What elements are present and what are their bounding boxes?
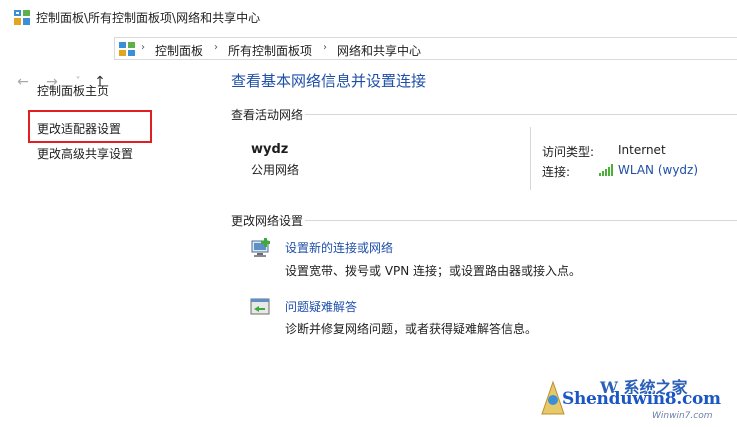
breadcrumb-separator[interactable]: › — [214, 42, 218, 53]
troubleshoot-link[interactable]: 问题疑难解答 — [285, 298, 357, 315]
divider — [305, 220, 737, 221]
breadcrumb-network-center[interactable]: 网络和共享中心 — [337, 42, 421, 59]
control-panel-icon — [119, 42, 135, 56]
watermark-main-text: Shenduwin8.com — [562, 389, 721, 409]
window-title: 控制面板\所有控制面板项\网络和共享中心 — [36, 11, 261, 25]
new-connection-icon — [251, 238, 270, 257]
sidebar-item-home[interactable]: 控制面板主页 — [37, 82, 109, 99]
breadcrumb-all-items[interactable]: 所有控制面板项 — [228, 42, 312, 59]
network-name: wydz — [251, 142, 289, 157]
active-networks-label: 查看活动网络 — [231, 108, 304, 122]
setup-connection-link[interactable]: 设置新的连接或网络 — [285, 239, 393, 256]
breadcrumb-separator[interactable]: › — [323, 42, 327, 53]
sidebar-item-adapter-settings[interactable]: 更改适配器设置 — [37, 120, 121, 137]
wifi-signal-icon — [599, 164, 613, 176]
troubleshoot-icon — [250, 298, 270, 315]
title-bar: 控制面板\所有控制面板项\网络和共享中心 — [0, 0, 737, 34]
address-bar[interactable]: › 控制面板 › 所有控制面板项 › 网络和共享中心 — [114, 37, 737, 60]
control-panel-icon — [14, 10, 30, 25]
access-type-label: 访问类型: — [542, 145, 595, 159]
connection-label: 连接: — [542, 165, 571, 179]
watermark: W 系统之家 Shenduwin8.com Winwin7.com — [540, 372, 737, 427]
divider — [305, 114, 737, 115]
watermark-sub-text: Winwin7.com — [652, 411, 713, 421]
divider — [530, 127, 531, 190]
troubleshoot-description: 诊断并修复网络问题，或者获得疑难解答信息。 — [285, 322, 538, 336]
sidebar-item-advanced-sharing[interactable]: 更改高级共享设置 — [37, 145, 133, 162]
wlan-connection-link[interactable]: WLAN (wydz) — [618, 163, 698, 177]
breadcrumb-separator[interactable]: › — [141, 42, 145, 53]
setup-connection-description: 设置宽带、拨号或 VPN 连接；或设置路由器或接入点。 — [285, 264, 582, 278]
change-settings-label: 更改网络设置 — [231, 214, 304, 228]
access-type-value: Internet — [618, 143, 666, 157]
network-type[interactable]: 公用网络 — [251, 161, 299, 178]
breadcrumb-control-panel[interactable]: 控制面板 — [155, 42, 203, 59]
page-title: 查看基本网络信息并设置连接 — [231, 72, 427, 90]
